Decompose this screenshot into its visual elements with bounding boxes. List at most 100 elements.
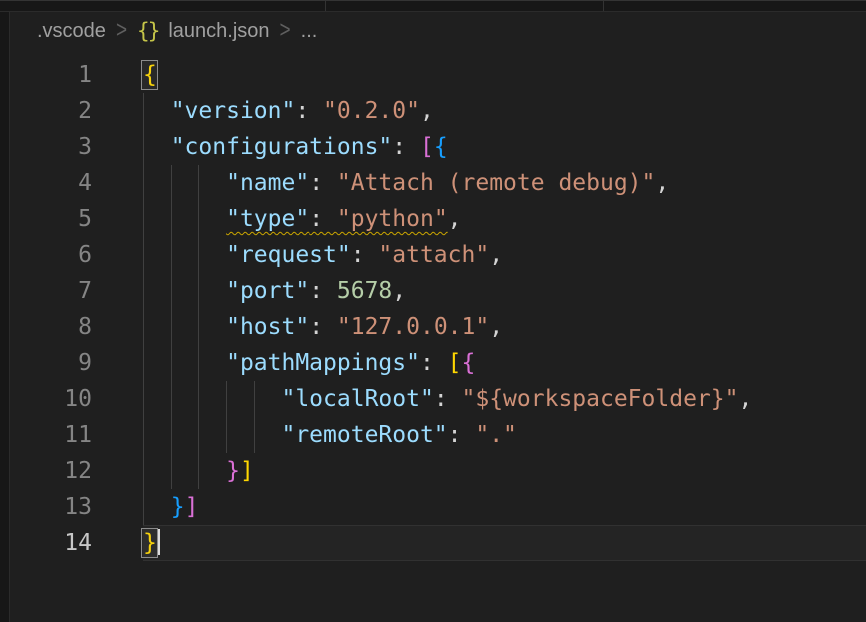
- code-text[interactable]: {: [143, 57, 866, 93]
- code-text[interactable]: "port": 5678,: [143, 273, 866, 309]
- code-token: :: [448, 422, 476, 448]
- code-text[interactable]: "configurations": [{: [143, 129, 866, 165]
- code-token: "localRoot": [281, 386, 433, 412]
- sidebar-edge: [0, 12, 10, 622]
- code-token: 5678: [337, 278, 392, 304]
- code-token: ,: [655, 170, 669, 196]
- line-number[interactable]: 1: [10, 57, 143, 93]
- code-token: :: [309, 314, 337, 340]
- code-token: [143, 170, 226, 196]
- line-number[interactable]: 11: [10, 417, 143, 453]
- code-token: [143, 278, 226, 304]
- breadcrumb-file[interactable]: launch.json: [168, 20, 269, 43]
- code-text[interactable]: "version": "0.2.0",: [143, 93, 866, 129]
- code-token: }: [171, 494, 185, 520]
- code-text[interactable]: "request": "attach",: [143, 237, 866, 273]
- code-line[interactable]: 10 "localRoot": "${workspaceFolder}",: [10, 381, 866, 417]
- code-token: "name": [226, 170, 309, 196]
- line-number[interactable]: 7: [10, 273, 143, 309]
- code-token: ,: [420, 98, 434, 124]
- line-number[interactable]: 3: [10, 129, 143, 165]
- bracket-match: }: [143, 525, 157, 561]
- code-token: :: [420, 350, 448, 376]
- tab-separator: [603, 1, 604, 11]
- code-token: [143, 206, 226, 232]
- code-line[interactable]: 13 }]: [10, 489, 866, 525]
- code-token: "remoteRoot": [281, 422, 447, 448]
- chevron-right-icon: >: [280, 17, 291, 45]
- code-token: :: [309, 170, 337, 196]
- code-token: ".": [475, 422, 517, 448]
- code-line[interactable]: 7 "port": 5678,: [10, 273, 866, 309]
- code-token: [143, 458, 226, 484]
- code-token: [143, 422, 281, 448]
- line-number[interactable]: 8: [10, 309, 143, 345]
- code-token: [143, 242, 226, 268]
- code-token: "${workspaceFolder}": [462, 386, 739, 412]
- line-number[interactable]: 9: [10, 345, 143, 381]
- code-text[interactable]: "name": "Attach (remote debug)",: [143, 165, 866, 201]
- code-line[interactable]: 14}: [10, 525, 866, 561]
- code-line[interactable]: 5 "type": "python",: [10, 201, 866, 237]
- code-token: :: [309, 206, 337, 232]
- code-token: }: [226, 458, 240, 484]
- code-token: ,: [489, 242, 503, 268]
- code-text[interactable]: "localRoot": "${workspaceFolder}",: [143, 381, 866, 417]
- breadcrumbs: .vscode > {} launch.json > ...: [10, 12, 866, 50]
- code-line[interactable]: 9 "pathMappings": [{: [10, 345, 866, 381]
- breadcrumb-folder[interactable]: .vscode: [37, 20, 106, 43]
- code-text[interactable]: }: [143, 525, 866, 561]
- line-number[interactable]: 2: [10, 93, 143, 129]
- code-line[interactable]: 2 "version": "0.2.0",: [10, 93, 866, 129]
- code-token: "port": [226, 278, 309, 304]
- code-line[interactable]: 4 "name": "Attach (remote debug)",: [10, 165, 866, 201]
- line-number[interactable]: 6: [10, 237, 143, 273]
- line-number[interactable]: 5: [10, 201, 143, 237]
- code-text[interactable]: "type": "python",: [143, 201, 866, 237]
- editor-pane: .vscode > {} launch.json > ... 1{2 "vers…: [10, 12, 866, 622]
- code-rows[interactable]: 1{2 "version": "0.2.0",3 "configurations…: [10, 57, 866, 561]
- vscode-editor-window: .vscode > {} launch.json > ... 1{2 "vers…: [0, 0, 866, 622]
- code-token: [143, 134, 171, 160]
- json-file-icon: {}: [137, 19, 158, 43]
- breadcrumb-symbol-more[interactable]: ...: [301, 20, 318, 43]
- code-token: "attach": [378, 242, 489, 268]
- code-line[interactable]: 11 "remoteRoot": ".": [10, 417, 866, 453]
- code-text[interactable]: }]: [143, 453, 866, 489]
- code-token: "pathMappings": [226, 350, 420, 376]
- code-line[interactable]: 1{: [10, 57, 866, 93]
- code-token: [143, 98, 171, 124]
- bracket-match: {: [143, 57, 157, 93]
- code-token: ,: [392, 278, 406, 304]
- code-token: [: [420, 134, 434, 160]
- line-number[interactable]: 13: [10, 489, 143, 525]
- code-token: "127.0.0.1": [337, 314, 489, 340]
- code-token: :: [309, 278, 337, 304]
- code-token: "version": [171, 98, 296, 124]
- line-number[interactable]: 4: [10, 165, 143, 201]
- code-line[interactable]: 3 "configurations": [{: [10, 129, 866, 165]
- code-line[interactable]: 6 "request": "attach",: [10, 237, 866, 273]
- code-token: ,: [738, 386, 752, 412]
- code-token: "request": [226, 242, 351, 268]
- line-number[interactable]: 14: [10, 525, 143, 561]
- code-token: :: [351, 242, 379, 268]
- tab-bar-strip: [0, 0, 866, 12]
- line-number[interactable]: 10: [10, 381, 143, 417]
- code-token: :: [295, 98, 323, 124]
- warning-squiggle: "type": "python": [226, 206, 448, 232]
- code-token: [143, 314, 226, 340]
- code-text[interactable]: "pathMappings": [{: [143, 345, 866, 381]
- code-line[interactable]: 12 }]: [10, 453, 866, 489]
- code-line[interactable]: 8 "host": "127.0.0.1",: [10, 309, 866, 345]
- code-token: ,: [489, 314, 503, 340]
- code-text[interactable]: "remoteRoot": ".": [143, 417, 866, 453]
- line-number[interactable]: 12: [10, 453, 143, 489]
- code-token: :: [434, 386, 462, 412]
- code-token: [143, 494, 171, 520]
- code-token: "configurations": [171, 134, 393, 160]
- code-text[interactable]: }]: [143, 489, 866, 525]
- chevron-right-icon: >: [116, 17, 127, 45]
- code-text[interactable]: "host": "127.0.0.1",: [143, 309, 866, 345]
- code-token: :: [392, 134, 420, 160]
